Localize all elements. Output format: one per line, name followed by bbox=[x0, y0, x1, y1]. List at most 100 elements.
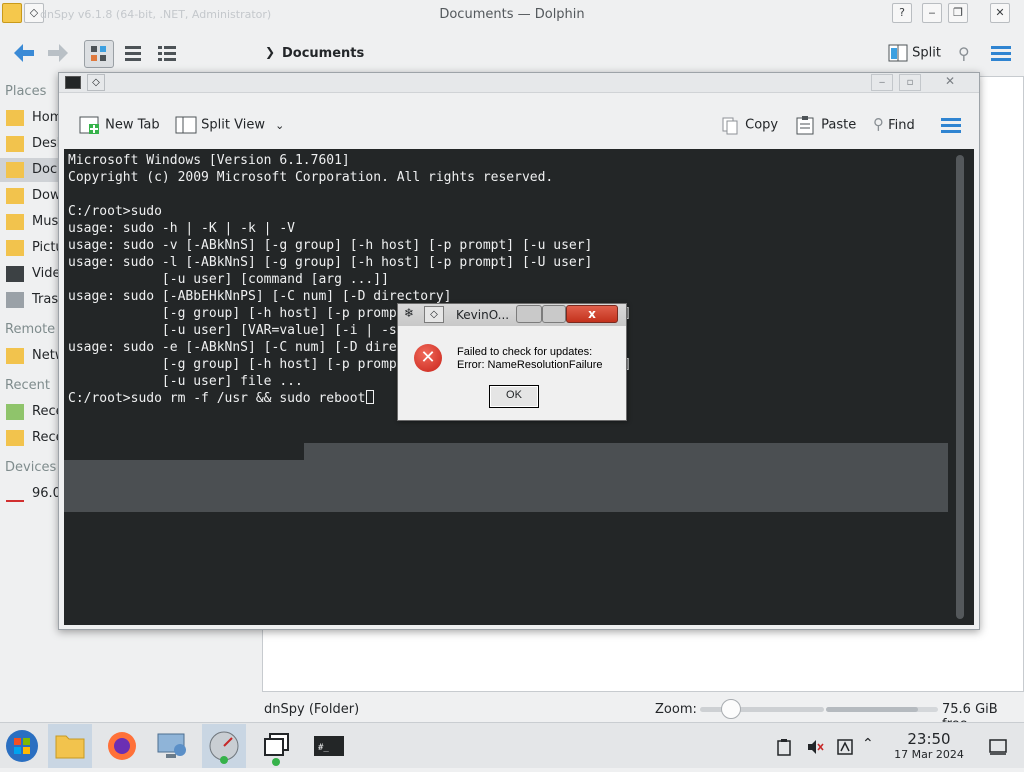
error-dialog: ❄ ◇ KevinO... x ✕ Failed to check for up… bbox=[397, 303, 627, 421]
windows-stack-icon bbox=[264, 733, 289, 766]
paste-button[interactable]: Paste bbox=[795, 115, 856, 135]
clipboard-icon[interactable] bbox=[776, 738, 792, 760]
dialog-titlebar[interactable]: ❄ ◇ KevinO... x bbox=[398, 304, 626, 326]
copy-button[interactable]: Copy bbox=[721, 115, 778, 135]
videos-folder-icon bbox=[6, 265, 24, 282]
arrow-left-icon bbox=[14, 44, 34, 62]
start-button[interactable] bbox=[0, 724, 44, 768]
terminal-cursor bbox=[366, 390, 375, 404]
recent-files-icon bbox=[6, 403, 24, 420]
details-view-icon bbox=[158, 46, 176, 61]
arrow-right-icon bbox=[48, 44, 68, 62]
terminal-icon: #_ bbox=[314, 736, 344, 756]
terminal-scrollbar[interactable] bbox=[956, 155, 964, 619]
clock-date[interactable]: 17 Mar 2024 bbox=[886, 748, 972, 761]
split-button[interactable]: Split bbox=[888, 44, 941, 62]
new-tab-label: New Tab bbox=[105, 117, 160, 133]
paste-icon bbox=[796, 116, 814, 135]
zoom-label: Zoom: bbox=[655, 702, 697, 717]
updates-icon[interactable] bbox=[836, 738, 854, 760]
compact-view-button[interactable] bbox=[118, 40, 148, 68]
forward-button[interactable] bbox=[46, 42, 70, 69]
desktop-folder-icon bbox=[6, 135, 24, 152]
sidebar-item-documents[interactable]: Documents bbox=[0, 158, 106, 182]
breadcrumb[interactable]: Documents bbox=[282, 46, 364, 61]
chevron-right-icon: ❯ bbox=[265, 45, 276, 59]
free-space-bar bbox=[826, 707, 938, 712]
dialog-message: Failed to check for updates: Error: Name… bbox=[457, 346, 603, 372]
folder-icon bbox=[55, 735, 85, 759]
maximize-button[interactable]: ❐ bbox=[948, 3, 968, 23]
disk-gauge-icon bbox=[209, 731, 239, 764]
dialog-minimize-button[interactable] bbox=[516, 305, 542, 323]
windows-start-icon bbox=[6, 730, 38, 762]
zoom-slider-handle[interactable] bbox=[721, 699, 741, 719]
split-label: Split bbox=[912, 45, 941, 61]
pin-icon[interactable]: ◇ bbox=[87, 74, 105, 91]
places-sidebar: Places Home Desktop Documents Downloads … bbox=[0, 80, 162, 720]
hamburger-menu-icon[interactable] bbox=[941, 117, 961, 137]
copy-icon bbox=[722, 117, 738, 135]
new-tab-icon bbox=[79, 116, 99, 134]
hamburger-menu-icon[interactable] bbox=[990, 44, 1012, 66]
dialog-close-button[interactable]: x bbox=[566, 305, 618, 323]
back-button[interactable] bbox=[12, 42, 36, 69]
terminal-close-button[interactable]: ✕ bbox=[939, 74, 961, 91]
details-view-button[interactable] bbox=[152, 40, 182, 68]
music-folder-icon bbox=[6, 213, 24, 230]
terminal-titlebar[interactable]: ◇ ‒ ▫ ✕ bbox=[59, 73, 979, 93]
places-heading: Places bbox=[5, 84, 47, 99]
pin-icon[interactable]: ◇ bbox=[424, 306, 444, 323]
help-button[interactable]: ? bbox=[892, 3, 912, 23]
minimize-button[interactable]: ‒ bbox=[922, 3, 942, 23]
show-desktop-icon[interactable] bbox=[988, 738, 1008, 760]
find-label: Find bbox=[888, 118, 915, 133]
chevron-up-icon[interactable]: ⌃ bbox=[862, 736, 874, 752]
terminal-app-icon bbox=[65, 76, 81, 89]
network-icon bbox=[6, 347, 24, 364]
new-tab-button[interactable]: New Tab bbox=[79, 115, 160, 135]
selection-highlight bbox=[64, 460, 948, 512]
zoom-slider[interactable] bbox=[700, 707, 824, 712]
list-view-icon bbox=[125, 46, 141, 61]
taskbar-disk-utility[interactable] bbox=[202, 724, 246, 768]
dolphin-titlebar[interactable]: ◇ dnSpy v6.1.8 (64-bit, .NET, Administra… bbox=[0, 0, 1024, 30]
clock-time[interactable]: 23:50 bbox=[886, 731, 972, 747]
taskbar-firefox[interactable] bbox=[100, 724, 144, 768]
computer-user-icon bbox=[157, 733, 186, 758]
trash-icon bbox=[6, 291, 24, 308]
devices-heading: Devices bbox=[5, 460, 57, 475]
free-space-fill bbox=[826, 707, 918, 712]
pictures-folder-icon bbox=[6, 239, 24, 256]
recent-heading: Recent bbox=[5, 378, 50, 393]
paste-label: Paste bbox=[821, 117, 857, 133]
search-icon[interactable]: ⚲ bbox=[958, 44, 970, 63]
split-icon bbox=[888, 44, 908, 62]
split-view-button[interactable]: Split View ⌄ bbox=[175, 115, 284, 135]
dialog-app-icon: ❄ bbox=[404, 306, 415, 320]
taskbar-terminal[interactable]: #_ bbox=[306, 724, 350, 768]
chevron-down-icon: ⌄ bbox=[275, 118, 285, 132]
taskbar-window-switcher[interactable] bbox=[254, 724, 298, 768]
firefox-icon bbox=[108, 732, 136, 760]
dialog-message-line2: Error: NameResolutionFailure bbox=[457, 359, 603, 371]
terminal-maximize-button[interactable]: ▫ bbox=[899, 74, 921, 91]
taskbar-remote-desktop[interactable] bbox=[150, 724, 194, 768]
dialog-message-line1: Failed to check for updates: bbox=[457, 346, 593, 358]
icons-view-button[interactable] bbox=[84, 40, 114, 68]
svg-text:#_: #_ bbox=[318, 743, 329, 753]
dialog-maximize-button[interactable] bbox=[542, 305, 566, 323]
window-title: Documents — Dolphin bbox=[439, 7, 585, 22]
find-button[interactable]: ⚲ Find bbox=[873, 115, 915, 135]
close-button[interactable]: ✕ bbox=[990, 3, 1010, 23]
drive-icon bbox=[6, 486, 24, 502]
grid-view-icon bbox=[91, 46, 106, 61]
taskbar-file-manager[interactable] bbox=[48, 724, 92, 768]
ok-button[interactable]: OK bbox=[489, 385, 539, 408]
error-icon: ✕ bbox=[414, 344, 442, 372]
split-view-label: Split View bbox=[201, 117, 265, 133]
selection-highlight bbox=[304, 443, 948, 460]
terminal-minimize-button[interactable]: ‒ bbox=[871, 74, 893, 91]
volume-muted-icon[interactable] bbox=[806, 738, 824, 760]
status-text: dnSpy (Folder) bbox=[264, 702, 360, 717]
